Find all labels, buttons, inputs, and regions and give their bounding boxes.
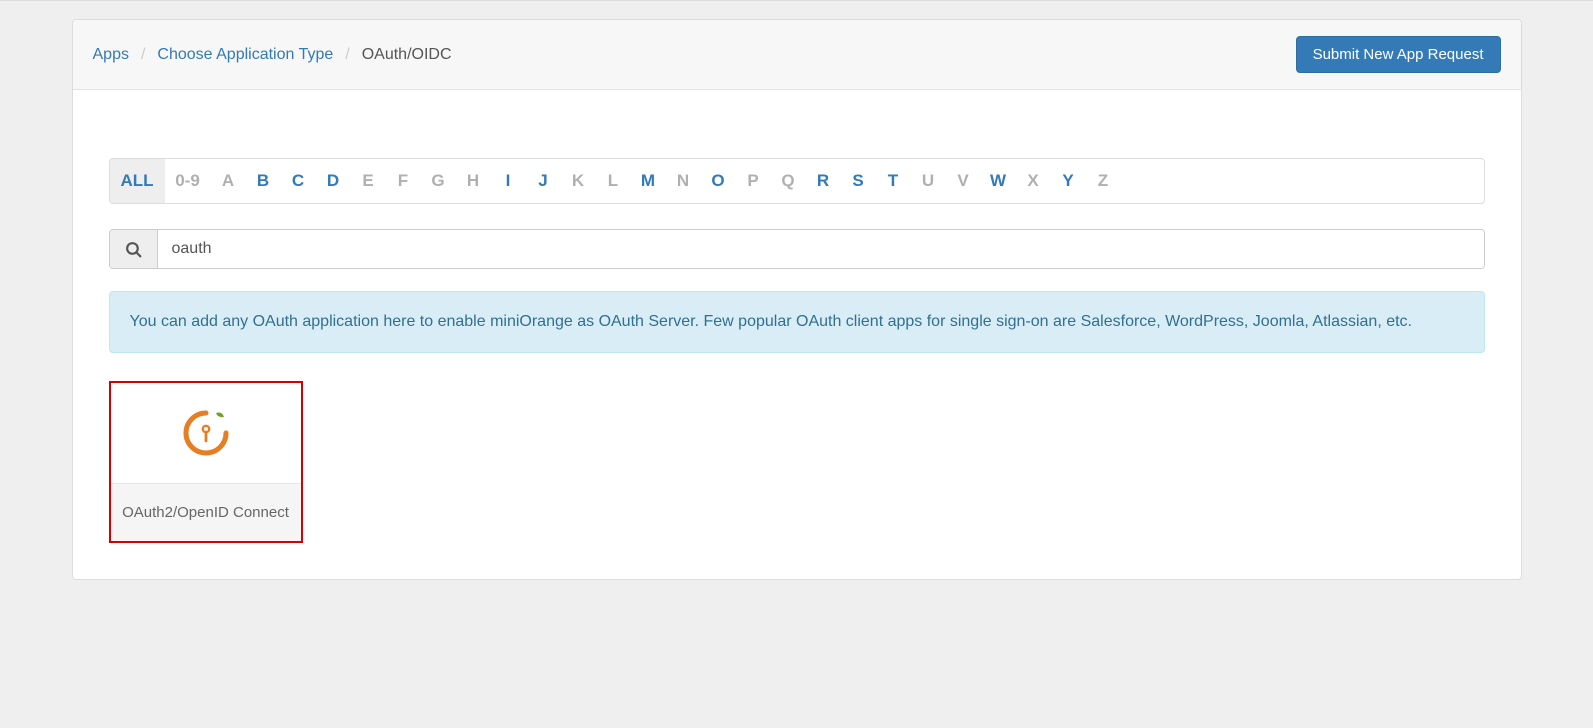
breadcrumb-choose-type[interactable]: Choose Application Type: [157, 46, 333, 64]
alpha-filter-item-z: Z: [1086, 159, 1121, 203]
breadcrumb: Apps / Choose Application Type / OAuth/O…: [93, 46, 452, 64]
alpha-filter-item-c[interactable]: C: [281, 159, 316, 203]
search-input[interactable]: [158, 230, 1484, 268]
alpha-filter-item-a: A: [211, 159, 246, 203]
alpha-filter-item-o[interactable]: O: [701, 159, 736, 203]
alpha-filter-item-n: N: [666, 159, 701, 203]
alpha-filter-item-f: F: [386, 159, 421, 203]
panel-body: ALL0-9ABCDEFGHIJKLMNOPQRSTUVWXYZ You can…: [73, 90, 1521, 579]
search-icon: [110, 230, 158, 268]
apps-panel: Apps / Choose Application Type / OAuth/O…: [72, 19, 1522, 580]
app-card[interactable]: OAuth2/OpenID Connect: [109, 381, 303, 543]
alpha-filter-item-x: X: [1016, 159, 1051, 203]
breadcrumb-separator: /: [141, 46, 145, 64]
breadcrumb-separator: /: [345, 46, 349, 64]
alpha-filter-item-q: Q: [771, 159, 806, 203]
alpha-filter-item-u: U: [911, 159, 946, 203]
alpha-filter: ALL0-9ABCDEFGHIJKLMNOPQRSTUVWXYZ: [109, 158, 1485, 204]
alpha-filter-item-b[interactable]: B: [246, 159, 281, 203]
alpha-filter-item-w[interactable]: W: [981, 159, 1016, 203]
alpha-filter-item-j[interactable]: J: [526, 159, 561, 203]
alpha-filter-item-y[interactable]: Y: [1051, 159, 1086, 203]
alpha-filter-item-d[interactable]: D: [316, 159, 351, 203]
alpha-filter-item-v: V: [946, 159, 981, 203]
alpha-filter-item-t[interactable]: T: [876, 159, 911, 203]
app-card-label: OAuth2/OpenID Connect: [111, 483, 301, 541]
alpha-filter-item-i[interactable]: I: [491, 159, 526, 203]
alpha-filter-item-s[interactable]: S: [841, 159, 876, 203]
info-alert: You can add any OAuth application here t…: [109, 291, 1485, 353]
alpha-filter-item-e: E: [351, 159, 386, 203]
alpha-filter-item-l: L: [596, 159, 631, 203]
breadcrumb-apps[interactable]: Apps: [93, 46, 129, 64]
alpha-filter-item-k: K: [561, 159, 596, 203]
alpha-filter-item-r[interactable]: R: [806, 159, 841, 203]
panel-heading: Apps / Choose Application Type / OAuth/O…: [73, 20, 1521, 90]
alpha-filter-item-0-9: 0-9: [165, 159, 211, 203]
results-grid: OAuth2/OpenID Connect: [109, 381, 1485, 543]
alpha-filter-item-m[interactable]: M: [631, 159, 666, 203]
search-wrap: [109, 229, 1485, 269]
app-card-logo: [111, 383, 301, 483]
submit-new-app-button[interactable]: Submit New App Request: [1296, 36, 1501, 73]
alpha-filter-item-g: G: [421, 159, 456, 203]
alpha-filter-item-p: P: [736, 159, 771, 203]
alpha-filter-item-all[interactable]: ALL: [110, 159, 165, 203]
breadcrumb-current: OAuth/OIDC: [362, 46, 452, 64]
alpha-filter-item-h: H: [456, 159, 491, 203]
